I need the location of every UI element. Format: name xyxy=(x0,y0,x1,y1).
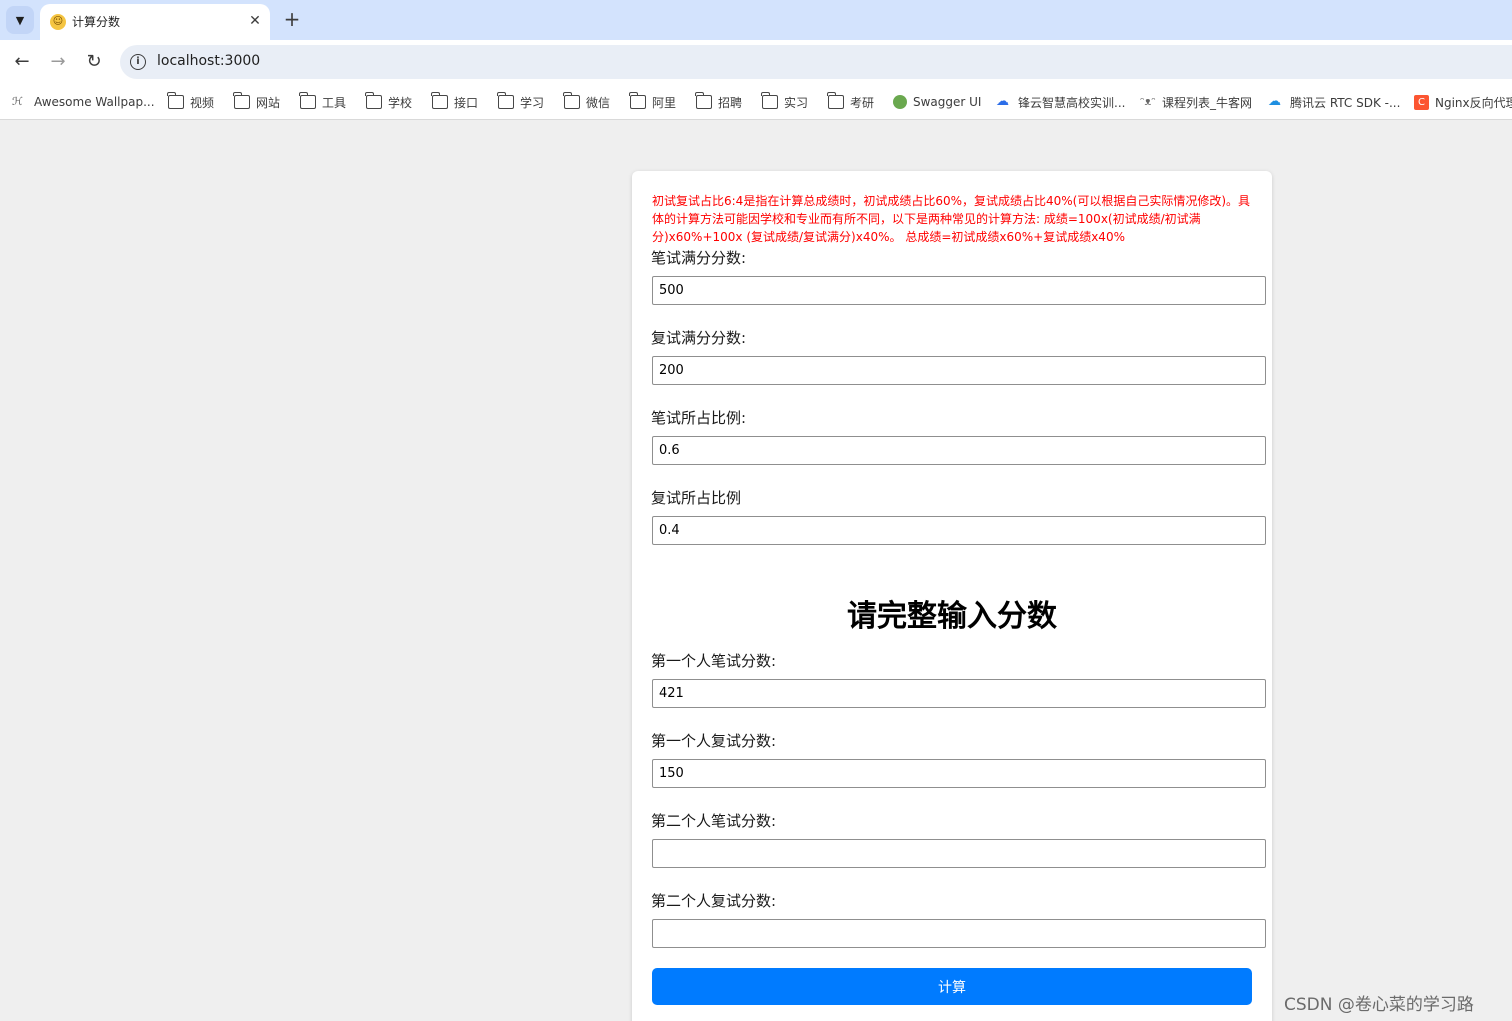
written-full-label: 笔试满分分数: xyxy=(651,249,747,267)
swagger-icon xyxy=(893,95,907,109)
written-ratio-input[interactable] xyxy=(652,436,1266,465)
arrow-right-icon: → xyxy=(50,51,66,72)
arrow-left-icon: ← xyxy=(14,51,30,72)
bookmark-folder-internship[interactable]: 实习 xyxy=(761,92,809,111)
close-tab-icon[interactable]: ✕ xyxy=(246,12,264,30)
retest-full-label: 复试满分分数: xyxy=(651,329,747,347)
folder-icon xyxy=(365,92,382,109)
written-full-input[interactable] xyxy=(652,276,1266,305)
bookmark-label: 考研 xyxy=(850,95,875,110)
folder-icon xyxy=(233,92,250,109)
nowcoder-icon: ᵔᴥᵔ xyxy=(1140,95,1156,108)
new-tab-button[interactable]: + xyxy=(280,8,304,32)
person2-written-label: 第二个人笔试分数: xyxy=(651,812,777,830)
calculate-button[interactable]: 计算 xyxy=(652,968,1252,1005)
watermark: CSDN @卷心菜的学习路 xyxy=(1284,995,1474,1015)
bookmark-label: Nginx反向代理 xyxy=(1435,95,1512,110)
folder-icon xyxy=(299,92,316,109)
bookmark-fengyun[interactable]: ☁ 锋云智慧高校实训... xyxy=(996,93,1125,111)
url-text[interactable]: localhost:3000 xyxy=(157,53,260,69)
forward-button[interactable]: → xyxy=(46,50,70,74)
bookmarks-bar: ℋ Awesome Wallpap... 视频 网站 工具 学校 接口 学习 微… xyxy=(0,84,1512,120)
back-button[interactable]: ← xyxy=(10,50,34,74)
bookmark-label: 接口 xyxy=(454,95,479,110)
folder-icon xyxy=(497,92,514,109)
folder-icon xyxy=(563,92,580,109)
bookmark-folder-jobs[interactable]: 招聘 xyxy=(695,92,743,111)
bookmark-folder-tools[interactable]: 工具 xyxy=(299,92,347,111)
bookmark-folder-api[interactable]: 接口 xyxy=(431,92,479,111)
retest-ratio-label: 复试所占比例 xyxy=(651,489,742,507)
person1-written-label: 第一个人笔试分数: xyxy=(651,652,777,670)
person1-written-input[interactable] xyxy=(652,679,1266,708)
bookmark-label: Awesome Wallpap... xyxy=(34,95,155,109)
bookmark-label: 网站 xyxy=(256,95,281,110)
person1-retest-label: 第一个人复试分数: xyxy=(651,732,777,750)
bookmark-folder-study[interactable]: 学习 xyxy=(497,92,545,111)
site-icon: ℋ xyxy=(12,95,23,108)
score-calculator-card: 初试复试占比6:4是指在计算总成绩时，初试成绩占比60%，复试成绩占比40%(可… xyxy=(632,171,1272,1021)
bookmark-nginx[interactable]: C Nginx反向代理 xyxy=(1414,93,1512,111)
tab-title: 计算分数 xyxy=(72,15,121,29)
active-tab[interactable]: ☺ 计算分数 ✕ xyxy=(40,4,270,40)
person2-retest-label: 第二个人复试分数: xyxy=(651,892,777,910)
bookmark-label: 学校 xyxy=(388,95,413,110)
bookmark-label: 学习 xyxy=(520,95,545,110)
folder-icon xyxy=(827,92,844,109)
emoji-face-icon: ☺ xyxy=(50,14,66,30)
bookmark-label: Swagger UI xyxy=(913,95,982,109)
bookmark-label: 腾讯云 RTC SDK -... xyxy=(1290,95,1401,110)
bookmark-folder-video[interactable]: 视频 xyxy=(167,92,215,111)
bookmark-label: 锋云智慧高校实训... xyxy=(1018,95,1126,110)
bookmark-label: 工具 xyxy=(322,95,347,110)
folder-icon xyxy=(629,92,646,109)
bookmark-swagger-ui[interactable]: Swagger UI xyxy=(893,93,981,111)
address-bar[interactable]: i localhost:3000 xyxy=(120,45,1512,79)
bookmark-tencent-rtc[interactable]: ☁ 腾讯云 RTC SDK -... xyxy=(1268,93,1400,111)
bookmark-awesome-wallpapers[interactable]: ℋ Awesome Wallpap... xyxy=(12,93,155,111)
bookmark-label: 招聘 xyxy=(718,95,743,110)
retest-ratio-input[interactable] xyxy=(652,516,1266,545)
folder-icon xyxy=(761,92,778,109)
bookmark-nowcoder[interactable]: ᵔᴥᵔ 课程列表_牛客网 xyxy=(1140,93,1252,111)
bookmark-label: 微信 xyxy=(586,95,611,110)
bookmark-label: 实习 xyxy=(784,95,809,110)
folder-icon xyxy=(431,92,448,109)
person1-retest-input[interactable] xyxy=(652,759,1266,788)
reload-button[interactable]: ↻ xyxy=(82,50,106,74)
written-ratio-label: 笔试所占比例: xyxy=(651,409,747,427)
bookmark-label: 课程列表_牛客网 xyxy=(1162,95,1253,110)
cloud-icon: ☁ xyxy=(996,94,1009,109)
bookmark-folder-wechat[interactable]: 微信 xyxy=(563,92,611,111)
csdn-icon: C xyxy=(1414,94,1429,110)
bookmark-folder-websites[interactable]: 网站 xyxy=(233,92,281,111)
browser-toolbar: ← → ↻ i localhost:3000 xyxy=(0,40,1512,84)
section-heading: 请完整输入分数 xyxy=(847,599,1057,634)
retest-full-input[interactable] xyxy=(652,356,1266,385)
bookmark-folder-alibaba[interactable]: 阿里 xyxy=(629,92,677,111)
folder-icon xyxy=(695,92,712,109)
bookmark-folder-school[interactable]: 学校 xyxy=(365,92,413,111)
bookmark-folder-kaoyan[interactable]: 考研 xyxy=(827,92,875,111)
instruction-note: 初试复试占比6:4是指在计算总成绩时，初试成绩占比60%，复试成绩占比40%(可… xyxy=(652,194,1251,244)
person2-written-input[interactable] xyxy=(652,839,1266,868)
tab-strip: ▼ ☺ 计算分数 ✕ + xyxy=(0,0,1512,40)
tencent-cloud-icon: ☁ xyxy=(1268,94,1281,109)
folder-icon xyxy=(167,92,184,109)
reload-icon: ↻ xyxy=(86,51,102,72)
person2-retest-input[interactable] xyxy=(652,919,1266,948)
chevron-down-icon: ▼ xyxy=(15,13,25,27)
tab-search-button[interactable]: ▼ xyxy=(6,6,34,34)
bookmark-label: 阿里 xyxy=(652,95,677,110)
bookmark-label: 视频 xyxy=(190,95,215,110)
info-icon[interactable]: i xyxy=(130,54,146,70)
